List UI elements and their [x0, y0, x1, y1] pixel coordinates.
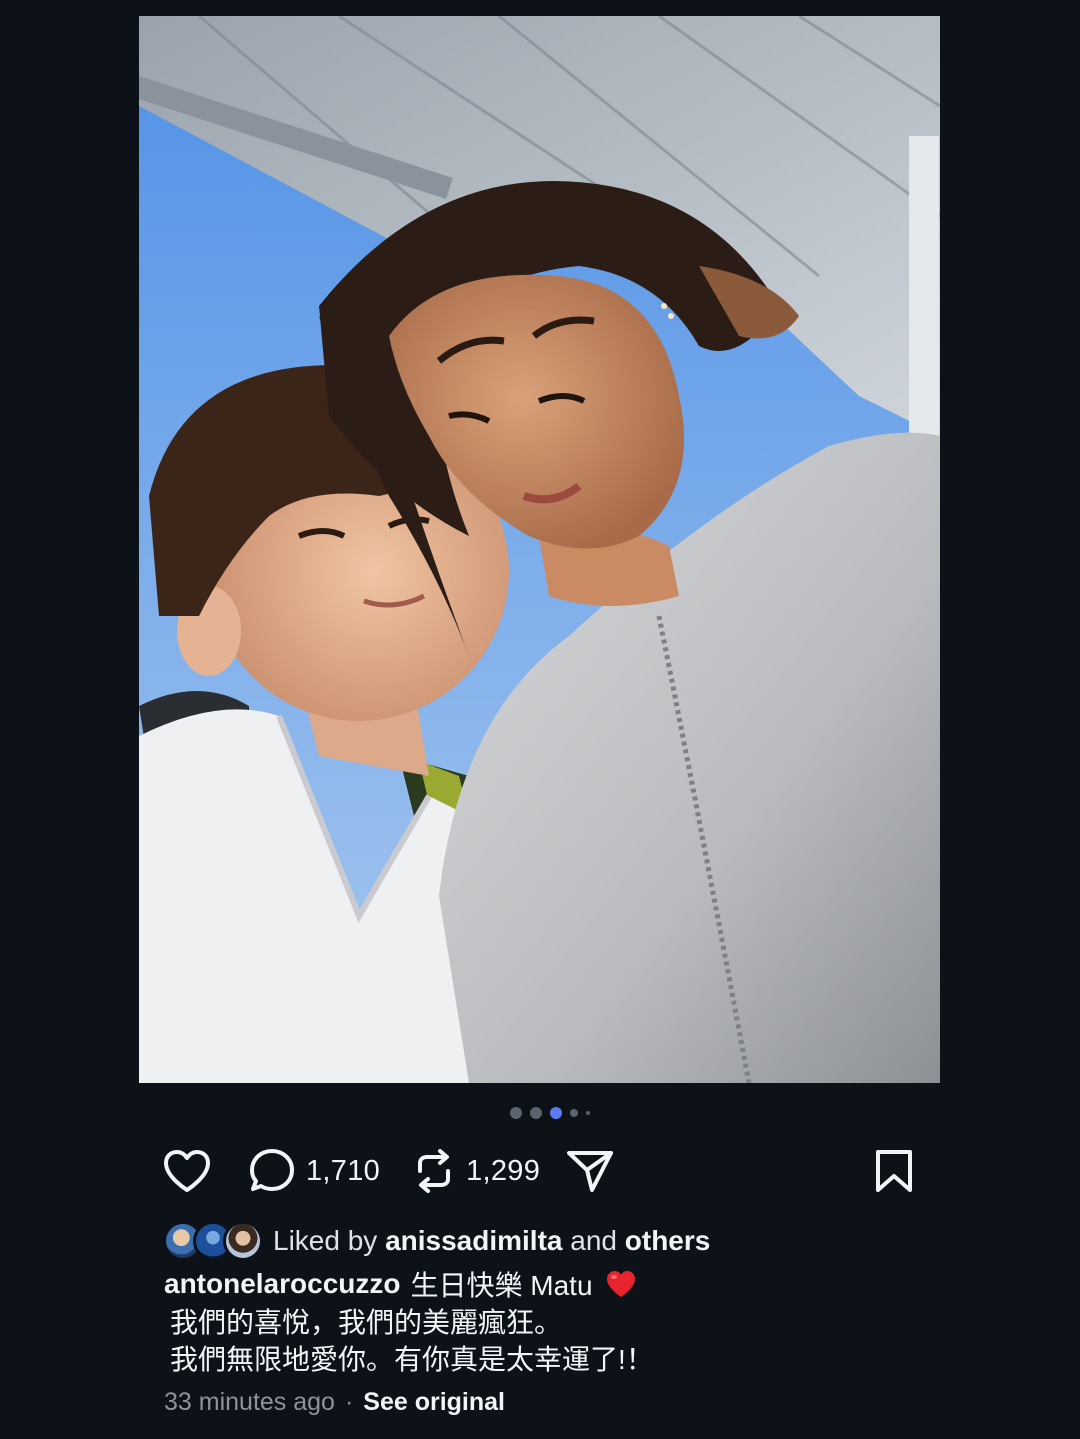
carousel-dot-1 — [510, 1107, 522, 1119]
bookmark-button[interactable] — [874, 1148, 914, 1194]
action-bar: 1,710 1,299 — [162, 1144, 914, 1198]
share-button[interactable] — [566, 1148, 614, 1194]
carousel-dot-4 — [570, 1109, 578, 1117]
selfie-illustration — [139, 16, 940, 1083]
caption-line-1: 生日快樂 Matu — [410, 1270, 593, 1301]
post-view: 1,710 1,299 Liked by anissadimilta and o… — [0, 0, 1080, 1439]
heart-outline-icon — [164, 1150, 210, 1192]
avatar[interactable] — [223, 1221, 263, 1261]
liked-by-prefix: Liked by — [273, 1225, 378, 1256]
comment-count: 1,710 — [306, 1154, 381, 1187]
like-button[interactable] — [162, 1148, 212, 1194]
caption-line-3: 我們無限地愛你。有你真是太幸運了!！ — [170, 1344, 654, 1375]
meta-separator: · — [344, 1387, 354, 1416]
send-plane-icon — [567, 1151, 614, 1192]
author-username[interactable]: antonelaroccuzzo — [164, 1268, 400, 1300]
see-original-link[interactable]: See original — [363, 1388, 505, 1417]
liked-by-others-link[interactable]: others — [625, 1225, 711, 1256]
liked-by-text: Liked by anissadimilta and others — [273, 1225, 710, 1257]
post-timestamp: 33 minutes ago — [164, 1387, 335, 1416]
post-meta: 33 minutes ago · See original — [164, 1384, 505, 1420]
comment-button[interactable]: 1,710 — [248, 1147, 380, 1195]
repost-button[interactable]: 1,299 — [412, 1147, 540, 1195]
red-heart-emoji — [606, 1271, 635, 1297]
carousel-dot-5 — [586, 1111, 590, 1115]
liker-avatars[interactable] — [163, 1221, 263, 1261]
comment-bubble-icon — [250, 1149, 294, 1191]
bookmark-icon — [876, 1150, 912, 1192]
post-caption: antonelaroccuzzo 生日快樂 Matu 我們的喜悅，我們的美麗瘋狂… — [164, 1264, 924, 1378]
caption-line-2: 我們的喜悅，我們的美麗瘋狂。 — [170, 1307, 563, 1338]
liked-by-user-link[interactable]: anissadimilta — [385, 1225, 562, 1256]
carousel-dot-2 — [530, 1107, 542, 1119]
post-image[interactable] — [139, 16, 940, 1083]
liked-by-conjunction: and — [570, 1225, 617, 1256]
repost-count: 1,299 — [466, 1154, 541, 1187]
repost-arrows-icon — [418, 1149, 451, 1193]
carousel-dot-3-active — [550, 1107, 562, 1119]
liked-by-row[interactable]: Liked by anissadimilta and others — [163, 1220, 710, 1262]
carousel-indicator — [0, 1107, 1080, 1119]
